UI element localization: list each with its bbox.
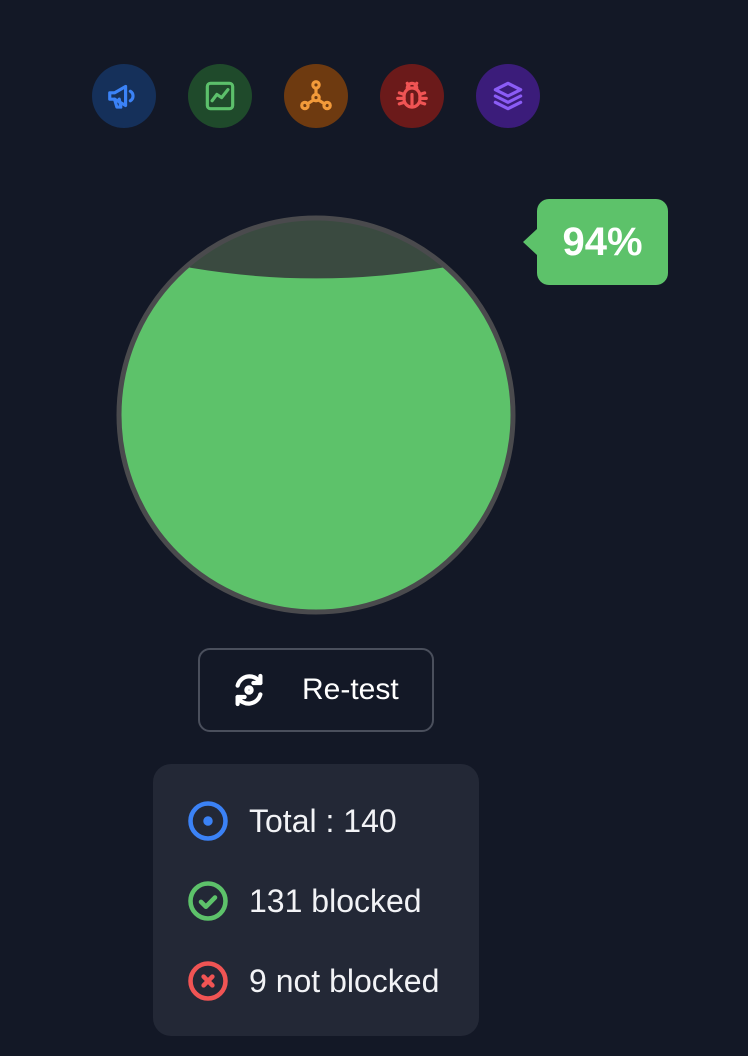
stat-total-label: Total : 140 — [249, 802, 397, 839]
percent-label: 94% — [562, 219, 643, 264]
retest-button[interactable]: Re-test — [198, 648, 434, 732]
layers-button[interactable] — [476, 64, 540, 128]
block-rate-gauge — [116, 215, 516, 615]
megaphone-button[interactable] — [92, 64, 156, 128]
refresh-icon — [235, 673, 263, 707]
gauge-fill — [119, 251, 513, 612]
gauge-graphic — [116, 215, 516, 615]
layers-icon — [493, 81, 523, 111]
check-circle-icon — [188, 881, 228, 921]
chart-icon — [205, 81, 235, 111]
retest-label: Re-test — [302, 673, 399, 706]
stat-not-blocked-row: 9 not blocked — [187, 960, 479, 1002]
target-icon — [188, 801, 228, 841]
stat-total-row: Total : 140 — [187, 800, 479, 842]
bug-icon — [396, 81, 428, 109]
x-circle-icon — [188, 961, 228, 1001]
category-icon-row — [92, 64, 540, 128]
bug-button[interactable] — [380, 64, 444, 128]
percent-tooltip: 94% — [523, 199, 668, 285]
network-icon — [300, 80, 332, 111]
stats-card: Total : 140 131 blocked 9 not blocked — [153, 764, 479, 1036]
megaphone-icon — [108, 84, 135, 109]
chart-button[interactable] — [188, 64, 252, 128]
stat-blocked-label: 131 blocked — [249, 882, 422, 919]
network-button[interactable] — [284, 64, 348, 128]
stat-not-blocked-label: 9 not blocked — [249, 962, 440, 999]
stat-blocked-row: 131 blocked — [187, 880, 479, 922]
